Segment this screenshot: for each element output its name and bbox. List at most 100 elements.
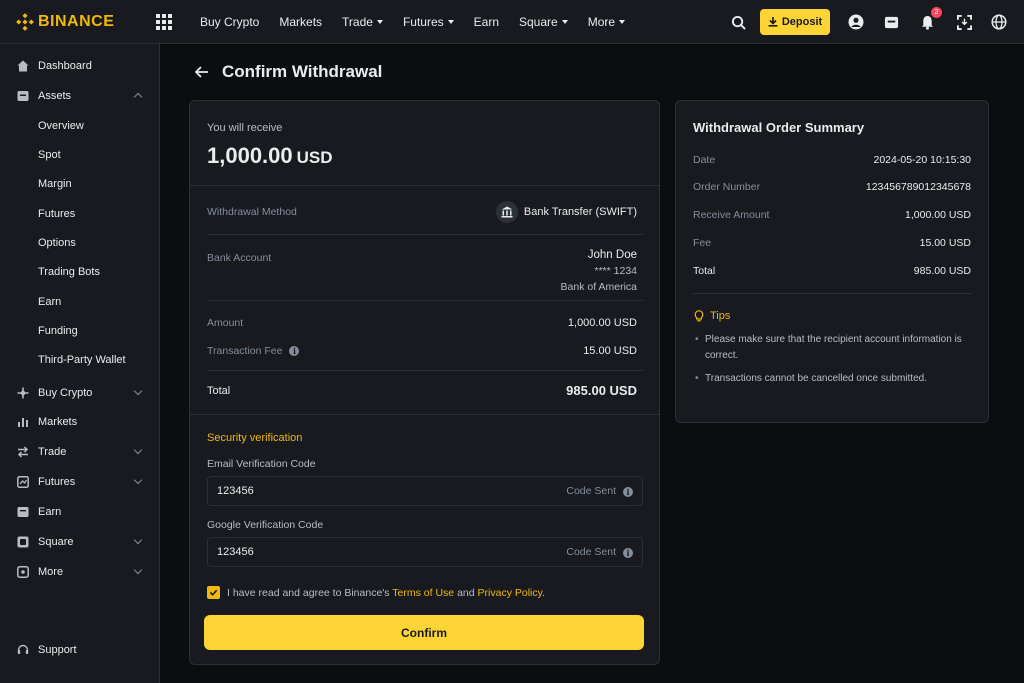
- divider: [207, 300, 643, 301]
- nav-earn[interactable]: Earn: [474, 15, 499, 29]
- nav-trade[interactable]: Trade: [342, 15, 383, 29]
- summary-fee-label: Fee: [693, 237, 712, 249]
- sidebar-item-assets[interactable]: Assets: [0, 84, 160, 108]
- scan-download-icon[interactable]: [955, 13, 973, 31]
- info-icon[interactable]: i: [289, 346, 300, 356]
- account-name: John Doe: [587, 249, 637, 261]
- back-arrow-icon[interactable]: [194, 64, 210, 80]
- buy-crypto-icon: [17, 387, 29, 399]
- summary-title: Withdrawal Order Summary: [693, 120, 865, 135]
- main-nav: Buy Crypto Markets Trade Futures Earn Sq…: [190, 15, 635, 29]
- summary-receive-value: 1,000.00 USD: [905, 209, 971, 221]
- chevron-down-icon: [133, 386, 143, 396]
- amount-label: Amount: [207, 317, 244, 329]
- summary-total-value: 985.00 USD: [913, 265, 971, 277]
- nav-markets[interactable]: Markets: [279, 15, 322, 29]
- google-code-label: Google Verification Code: [207, 519, 324, 531]
- check-icon: [209, 589, 218, 596]
- wallet-icon[interactable]: [882, 13, 900, 31]
- chevron-up-icon: [133, 92, 143, 102]
- divider: [207, 234, 643, 235]
- earn-icon: [17, 506, 29, 518]
- google-code-status[interactable]: Code Sent: [566, 546, 616, 558]
- divider: [693, 293, 972, 294]
- withdrawal-card: You will receive 1,000.00 USD Withdrawal …: [189, 100, 660, 665]
- sidebar-sub-futures[interactable]: Futures: [0, 202, 160, 226]
- nav-buy-crypto[interactable]: Buy Crypto: [200, 15, 259, 29]
- page-title: Confirm Withdrawal: [222, 62, 383, 81]
- summary-order-number-label: Order Number: [693, 181, 761, 193]
- info-icon[interactable]: i: [623, 548, 633, 558]
- email-code-label: Email Verification Code: [207, 458, 316, 470]
- amount-value: 1,000.00 USD: [567, 317, 637, 329]
- sidebar-sub-overview[interactable]: Overview: [0, 114, 160, 138]
- tip-item: • Transactions cannot be cancelled once s…: [695, 373, 927, 384]
- search-icon[interactable]: [729, 13, 747, 31]
- summary-total-label: Total: [693, 265, 716, 277]
- sidebar-item-futures[interactable]: Futures: [0, 470, 160, 494]
- sidebar-item-buy-crypto[interactable]: Buy Crypto: [0, 381, 160, 405]
- sidebar-item-dashboard[interactable]: Dashboard: [0, 54, 160, 78]
- bank-icon: [495, 201, 518, 223]
- summary-date-label: Date: [693, 154, 716, 166]
- email-code-status[interactable]: Code Sent: [566, 485, 616, 497]
- assets-icon: [17, 90, 29, 102]
- sidebar-sub-spot[interactable]: Spot: [0, 143, 160, 167]
- sidebar-sub-trading-bots[interactable]: Trading Bots: [0, 260, 160, 284]
- tips-title: Tips: [710, 310, 731, 322]
- chevron-down-icon: [133, 535, 143, 545]
- sidebar-sub-third-party-wallet[interactable]: Third-Party Wallet: [0, 348, 160, 372]
- globe-icon[interactable]: [990, 13, 1008, 31]
- bank-account-label: Bank Account: [207, 252, 272, 264]
- fee-label-wrap: Transaction Fee i: [207, 345, 300, 357]
- nav-square[interactable]: Square: [519, 15, 568, 29]
- order-summary-card: Withdrawal Order Summary Date 2024-05-20…: [675, 100, 989, 423]
- sidebar-sub-earn[interactable]: Earn: [0, 290, 160, 314]
- terms-of-use-link[interactable]: Terms of Use: [392, 587, 454, 599]
- sidebar-item-support[interactable]: Support: [0, 638, 160, 662]
- sidebar-item-trade[interactable]: Trade: [0, 440, 160, 464]
- chevron-down-icon: [376, 19, 383, 24]
- nav-more[interactable]: More: [588, 15, 626, 29]
- summary-order-number-value: 123456789012345678: [865, 181, 971, 193]
- sidebar-item-earn[interactable]: Earn: [0, 500, 160, 524]
- google-code-input[interactable]: [217, 538, 517, 566]
- summary-date-value: 2024-05-20 10:15:30: [873, 154, 972, 166]
- apps-grid-icon[interactable]: [156, 13, 172, 30]
- brand-name: BINANCE: [38, 12, 115, 30]
- binance-logo[interactable]: BINANCE: [16, 13, 136, 31]
- chevron-down-icon: [447, 19, 454, 24]
- deposit-button[interactable]: Deposit: [760, 9, 830, 35]
- notification-badge: 2: [931, 7, 942, 18]
- trade-icon: [17, 446, 29, 458]
- lightbulb-icon: [694, 310, 704, 322]
- sidebar: Dashboard Assets Overview Spot Margin Fu…: [0, 44, 160, 683]
- sidebar-sub-options[interactable]: Options: [0, 231, 160, 255]
- bell-icon[interactable]: 2: [918, 7, 942, 31]
- sidebar-sub-funding[interactable]: Funding: [0, 319, 160, 343]
- summary-receive-label: Receive Amount: [693, 209, 770, 221]
- bank-account-details: John Doe **** 1234 Bank of America: [561, 247, 637, 295]
- divider: [190, 185, 659, 186]
- chevron-down-icon: [561, 19, 568, 24]
- more-icon: [17, 566, 29, 578]
- agree-checkbox[interactable]: [207, 586, 220, 599]
- email-code-field: Code Sent i: [207, 476, 643, 506]
- info-icon[interactable]: i: [623, 487, 633, 497]
- sidebar-item-square[interactable]: Square: [0, 530, 160, 554]
- fee-label: Transaction Fee: [207, 345, 283, 357]
- privacy-policy-link[interactable]: Privacy Policy: [478, 587, 543, 599]
- nav-futures[interactable]: Futures: [403, 15, 454, 29]
- sidebar-item-markets[interactable]: Markets: [0, 410, 160, 434]
- fee-value: 15.00 USD: [583, 345, 637, 357]
- sidebar-item-more[interactable]: More: [0, 560, 160, 584]
- square-icon: [17, 536, 29, 548]
- email-code-input[interactable]: [217, 477, 517, 505]
- total-label: Total: [207, 385, 231, 397]
- sidebar-sub-margin[interactable]: Margin: [0, 172, 160, 196]
- divider: [207, 370, 643, 371]
- user-icon[interactable]: [847, 13, 865, 31]
- confirm-button[interactable]: Confirm: [204, 615, 644, 650]
- account-number: **** 1234: [594, 265, 637, 277]
- divider: [190, 414, 659, 415]
